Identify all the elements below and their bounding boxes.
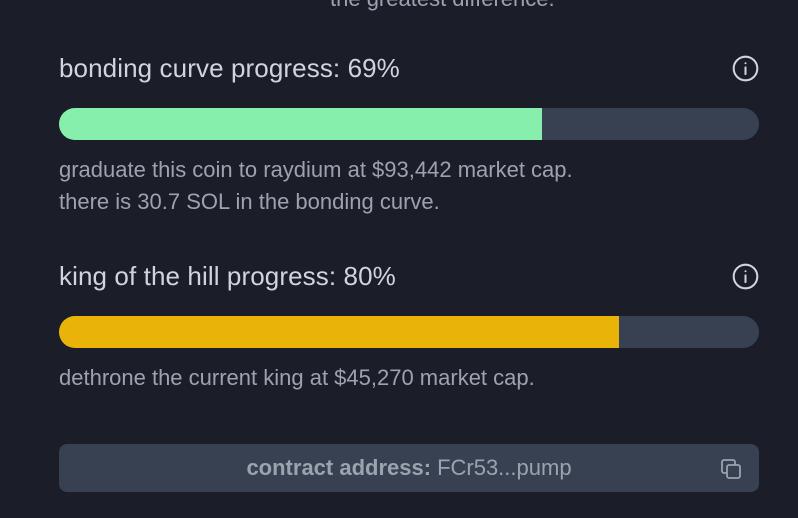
copy-icon[interactable] <box>719 457 743 481</box>
sol-amount-text: there is 30.7 SOL in the bonding curve. <box>59 189 440 214</box>
bonding-curve-progress-fill <box>59 108 542 140</box>
contract-address-label: contract address: <box>246 455 432 480</box>
contract-address-value: FCr53...pump <box>437 455 572 480</box>
bonding-curve-title: bonding curve progress: 69% <box>59 52 400 83</box>
graduate-text: graduate this coin to raydium at $93,442… <box>59 157 573 182</box>
bonding-curve-section: bonding curve progress: 69% graduate thi… <box>59 51 759 218</box>
info-icon[interactable] <box>732 55 759 82</box>
info-icon[interactable] <box>732 263 759 290</box>
contract-address-button[interactable]: contract address: FCr53...pump <box>59 444 759 492</box>
king-of-the-hill-section: king of the hill progress: 80% dethrone … <box>59 259 759 394</box>
king-of-the-hill-title: king of the hill progress: 80% <box>59 260 396 291</box>
king-of-the-hill-progress-bar <box>59 316 759 348</box>
clipped-description-text: the greatest difference. <box>330 0 555 12</box>
bonding-curve-progress-bar <box>59 108 759 140</box>
king-of-the-hill-progress-fill <box>59 316 619 348</box>
bonding-curve-description: graduate this coin to raydium at $93,442… <box>59 154 759 218</box>
dethrone-text: dethrone the current king at $45,270 mar… <box>59 365 535 390</box>
